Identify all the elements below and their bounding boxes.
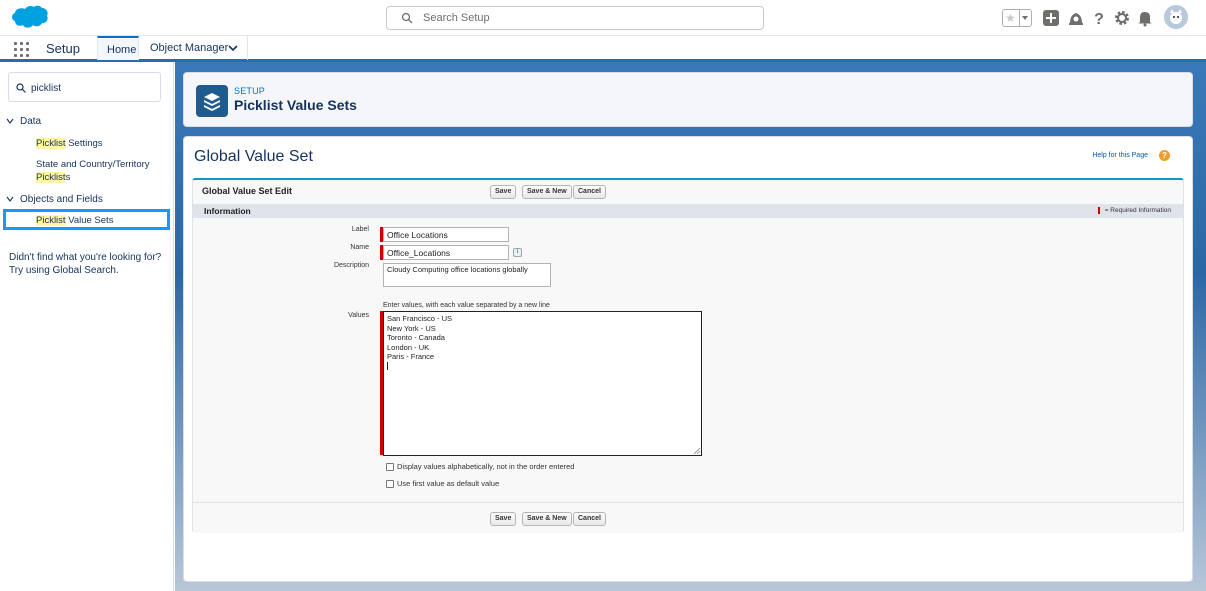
save-button[interactable]: Save <box>490 185 517 199</box>
global-search-box[interactable] <box>386 6 764 30</box>
save-and-new-button[interactable]: Save & New <box>522 512 572 526</box>
search-icon <box>401 12 413 24</box>
tab-object-manager[interactable]: Object Manager <box>142 36 248 60</box>
values-textarea[interactable]: San Francisco - US New York - US Toronto… <box>383 311 702 456</box>
chevron-down-icon[interactable] <box>228 44 238 52</box>
default-value-checkbox[interactable] <box>386 480 394 488</box>
sidebar-item-picklist-value-sets[interactable]: Picklist Value Sets <box>3 209 170 230</box>
trailhead-icon[interactable] <box>1067 9 1085 27</box>
chevron-down-icon[interactable] <box>6 118 14 125</box>
values-field-label: Values <box>348 312 369 319</box>
form-bottom-button-bar: Save Save & New Cancel <box>193 502 1183 533</box>
context-nav-bar: Setup Home Object Manager <box>0 36 1206 62</box>
chevron-down-icon[interactable] <box>6 196 14 203</box>
notifications-bell-icon[interactable] <box>1136 9 1154 27</box>
section-header-information: Information = Required Information <box>193 204 1183 218</box>
help-text-line: Didn't find what you're looking for? <box>9 252 162 263</box>
label-field-label: Label <box>351 226 369 233</box>
tree-group-label: Data <box>20 116 42 127</box>
description-textarea[interactable]: Cloudy Computing office locations global… <box>383 263 551 287</box>
favorites-group[interactable]: ★ <box>1002 9 1032 27</box>
form-title: Global Value Set Edit <box>202 186 293 196</box>
save-button[interactable]: Save <box>490 512 517 526</box>
values-hint: Enter values, with each value separated … <box>383 302 550 309</box>
tree-group-objects-and-fields[interactable]: Objects and Fields <box>6 194 103 205</box>
setup-gear-icon[interactable] <box>1113 9 1131 27</box>
tree-group-label: Objects and Fields <box>20 194 103 205</box>
required-legend: = Required Information <box>1097 207 1171 215</box>
favorites-dropdown-icon[interactable] <box>1019 10 1031 26</box>
alphabetical-checkbox[interactable] <box>386 463 394 471</box>
value-line: Toronto - Canada <box>387 333 445 342</box>
quick-find-box[interactable] <box>8 72 161 102</box>
setup-sidebar: Data Picklist Settings State and Country… <box>0 62 174 591</box>
app-launcher-icon[interactable] <box>14 42 30 58</box>
quick-find-input[interactable] <box>31 81 151 95</box>
default-value-checkbox-label: Use first value as default value <box>397 479 500 488</box>
resize-handle-icon[interactable] <box>694 448 700 454</box>
cancel-button[interactable]: Cancel <box>573 185 606 199</box>
required-legend-text: = Required Information <box>1104 207 1171 215</box>
value-line: New York - US <box>387 323 436 333</box>
page-title: Picklist Value Sets <box>234 97 357 113</box>
name-input[interactable] <box>383 245 509 260</box>
help-text-line: Try using Global Search. <box>9 265 119 276</box>
help-question-icon[interactable]: ? <box>1159 150 1170 161</box>
help-icon[interactable]: ? <box>1090 9 1108 27</box>
search-icon <box>16 83 26 93</box>
favorites-star-icon[interactable]: ★ <box>1005 11 1016 25</box>
content-title: Global Value Set <box>194 148 313 165</box>
value-line: London - UK <box>387 342 430 352</box>
tree-group-data[interactable]: Data <box>6 116 41 127</box>
value-line: Paris - France <box>387 352 435 361</box>
value-line: San Francisco - US <box>387 314 453 323</box>
info-icon[interactable]: i <box>513 248 522 257</box>
label-input[interactable] <box>383 227 509 242</box>
alphabetical-checkbox-label: Display values alphabetically, not in th… <box>397 462 575 471</box>
salesforce-cloud-logo[interactable] <box>9 4 49 32</box>
search-match-highlight: Picklist <box>36 215 66 226</box>
sidebar-item-label: Value Sets <box>65 215 114 226</box>
tab-object-manager-label: Object Manager <box>150 42 229 54</box>
global-actions-plus-icon[interactable] <box>1042 9 1060 27</box>
global-value-set-edit-form: Global Value Set Edit Save Save & New Ca… <box>192 178 1184 533</box>
name-field-label: Name <box>350 244 369 251</box>
help-for-this-page-link[interactable]: Help for this Page <box>1092 152 1148 159</box>
tab-home[interactable]: Home <box>97 36 139 60</box>
description-field-label: Description <box>333 262 369 269</box>
main-content-area: SETUP Picklist Value Sets Global Value S… <box>175 62 1206 591</box>
sidebar-help-text: Didn't find what you're looking for? Try… <box>9 251 169 277</box>
page-header: SETUP Picklist Value Sets <box>183 72 1193 127</box>
search-match-highlight: Picklist <box>36 172 66 183</box>
picklist-value-sets-icon <box>196 85 228 117</box>
content-card: Global Value Set Help for this Page ? Gl… <box>183 136 1193 582</box>
page-eyebrow: SETUP <box>234 86 266 96</box>
sidebar-item-label: State and Country/Territory <box>36 159 150 170</box>
cancel-button[interactable]: Cancel <box>573 512 606 526</box>
sidebar-item-label: s <box>65 172 71 183</box>
section-title: Information <box>204 206 251 216</box>
user-avatar[interactable] <box>1164 5 1188 29</box>
required-marker <box>1097 207 1100 214</box>
search-match-highlight: Picklist <box>36 138 66 149</box>
save-and-new-button[interactable]: Save & New <box>522 185 572 199</box>
global-header: ★ ? <box>0 0 1206 36</box>
sidebar-item-state-country-picklists[interactable]: State and Country/Territory Picklists <box>36 158 150 184</box>
sidebar-item-picklist-settings[interactable]: Picklist Settings <box>36 137 103 150</box>
text-cursor <box>387 362 388 370</box>
tab-home-label: Home <box>107 44 137 56</box>
global-search-input[interactable] <box>423 10 743 26</box>
app-name: Setup <box>46 41 80 56</box>
svg-text:?: ? <box>1094 11 1104 27</box>
sidebar-item-label: Settings <box>65 138 103 149</box>
